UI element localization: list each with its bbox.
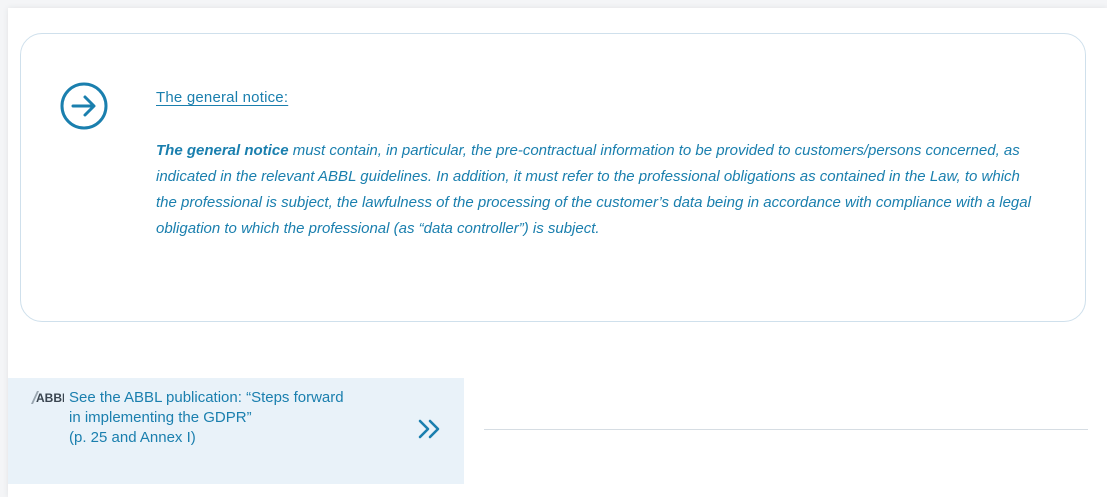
abbl-publication-link[interactable]: ABBL See the ABBL publication: “Steps fo…: [8, 378, 464, 484]
general-notice-card: The general notice: The general notice m…: [20, 33, 1086, 322]
arrow-right-circle-icon: [60, 82, 108, 130]
page: The general notice: The general notice m…: [8, 8, 1107, 497]
notice-heading[interactable]: The general notice:: [156, 89, 288, 106]
divider: [484, 429, 1088, 430]
abbl-logo: ABBL: [31, 391, 64, 405]
notice-body: The general notice must contain, in part…: [156, 138, 1036, 242]
abbl-logo-text: ABBL: [36, 391, 64, 405]
notice-body-strong: The general notice: [156, 142, 289, 159]
publication-text: See the ABBL publication: “Steps forward…: [69, 388, 399, 448]
double-chevron-right-icon[interactable]: [417, 418, 443, 440]
publication-line-2: in implementing the GDPR”: [69, 409, 252, 426]
publication-line-3: (p. 25 and Annex I): [69, 429, 196, 446]
publication-line-1: See the ABBL publication: “Steps forward: [69, 389, 344, 406]
